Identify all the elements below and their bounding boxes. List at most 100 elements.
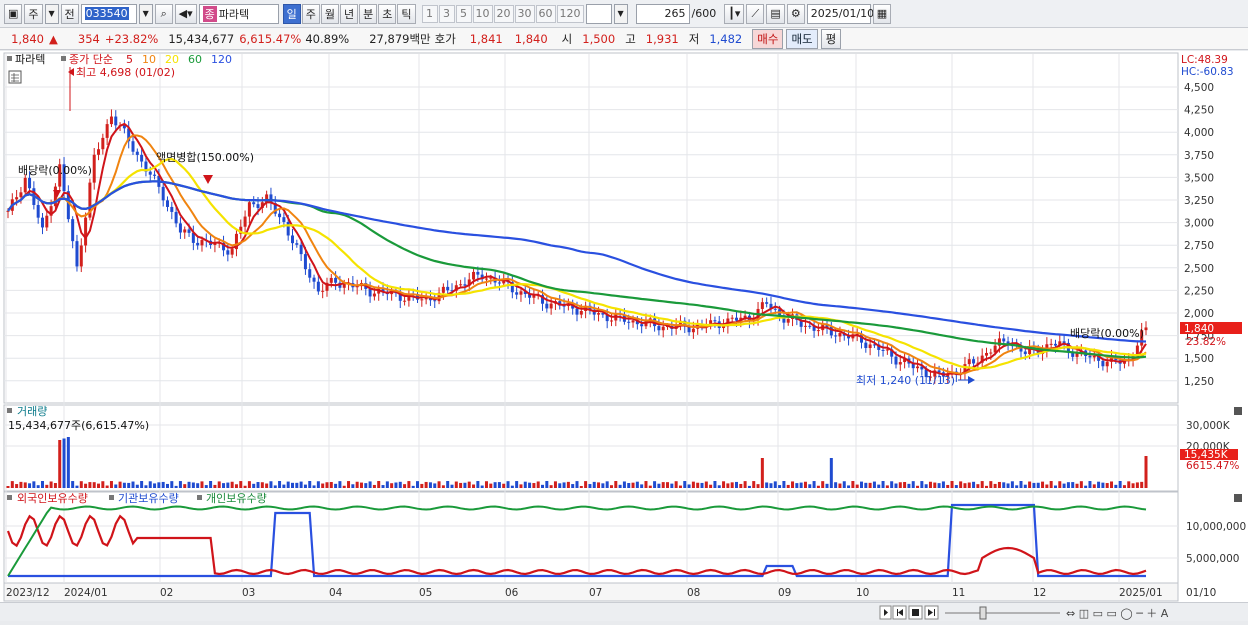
candle-body [989,352,993,354]
date-value: 2025/01/10 [810,7,875,20]
price-tick-label: 2,000 [1184,308,1214,320]
volume-bar [566,481,570,488]
evaluate-button[interactable]: 평 [820,28,842,49]
candle-body [631,320,635,323]
navigator-controls: ⇔ ◫ ▭ ▭ ◯ ─ ＋ A [879,605,1169,620]
tab-interval-5[interactable]: 30 [514,4,535,23]
panel-menu-icon[interactable] [197,495,202,500]
panel-close-icon[interactable] [1234,494,1242,502]
candle-type-icon[interactable]: ┃▾ [724,3,745,24]
volume-bar [575,481,579,488]
adjust-icon[interactable]: ⇔ ◫ ▭ ▭ ◯ ─ ＋ A [1066,607,1169,620]
volume-bar [510,485,514,488]
price-tick-label: 3,250 [1184,195,1214,207]
tab-period-1[interactable]: 주 [301,3,320,24]
volume-bar [260,482,264,488]
volume-bar [183,484,187,488]
volume-bar [872,481,876,488]
volume-bar [79,481,83,488]
candle-body [252,202,256,205]
volume-bar [222,483,226,488]
calendar-icon[interactable]: ▦ [872,3,892,24]
panel-menu-icon[interactable] [109,495,114,500]
candle-body [838,333,842,337]
candle-body [519,291,523,295]
count-input[interactable]: 265 [635,3,690,24]
date-input[interactable]: 2025/01/10 [806,3,875,24]
volume-panel[interactable] [3,404,1179,492]
prev-button[interactable]: 전 [60,3,79,24]
volume-bar [782,481,786,488]
speaker-icon[interactable]: ◀▾ [174,3,197,24]
line-tool-icon[interactable]: ⟋ [746,3,765,24]
volume-bar [855,484,859,488]
volume-bar [709,484,713,488]
volume-bar [528,482,532,488]
panel-close-icon[interactable] [1234,407,1242,415]
volume-bar [963,483,967,488]
panel-menu-icon[interactable] [7,495,12,500]
volume-bar [1023,484,1027,488]
candle-body [308,269,312,278]
tab-period-4[interactable]: 분 [359,3,378,24]
date-tick-label: 11 [952,587,965,599]
stock-name-field[interactable]: 종 파라텍 [198,3,279,24]
interval-custom-input[interactable] [585,3,612,24]
volume-bar [191,482,195,488]
legend-close-label: 종가 단순 [69,53,113,66]
volume-bar [178,481,182,488]
save-icon[interactable]: ▤ [766,3,785,24]
tab-interval-7[interactable]: 120 [556,4,584,23]
gear-icon[interactable]: ⚙ [786,3,805,24]
volume-bar [1006,483,1010,488]
sell-button[interactable]: 매도 [786,28,818,49]
volume-bar [803,481,807,488]
tab-interval-6[interactable]: 60 [535,4,556,23]
candle-body [497,282,501,284]
candle-body [187,229,191,233]
chart-area[interactable]: 4,500 4,250 4,000 3,750 3,500 3,250 3,000 2,750… [0,51,1248,602]
candle-body [165,200,169,207]
bid-price: 1,840 [514,31,548,46]
tab-period-2[interactable]: 월 [320,3,340,24]
tab-period-0[interactable]: 일 [282,3,301,24]
zoom-slider-handle[interactable] [979,606,987,620]
stock-code-input[interactable]: 033540 [80,3,137,24]
buy-button[interactable]: 매수 [752,28,784,49]
volume-bar [907,483,911,488]
panel-menu-icon[interactable] [7,408,12,413]
price-tick-label: 3,000 [1184,218,1214,230]
volume-bar [480,485,484,488]
chevron-down-icon[interactable]: ▼ [613,3,628,24]
candle-body [730,317,734,319]
tab-interval-1[interactable]: 3 [438,4,455,23]
volume-bar [312,485,316,488]
tab-period-6[interactable]: 틱 [397,3,416,24]
window-icon[interactable]: ▣ [4,3,23,24]
chevron-down-icon[interactable]: ▼ [44,3,59,24]
candle-body [372,293,376,297]
candle-body [864,342,868,349]
search-icon[interactable]: ⌕ [154,3,173,24]
chevron-down-icon[interactable]: ▼ [138,3,153,24]
tab-period-5[interactable]: 초 [378,3,397,24]
candle-body [196,242,200,246]
volume-bar [631,482,635,488]
volume-bar [441,485,445,488]
volume-bar [325,482,329,488]
tab-interval-0[interactable]: 1 [421,4,438,23]
volume-bar [1002,482,1006,488]
candle-body [329,277,333,283]
tab-interval-3[interactable]: 10 [472,4,493,23]
market-select[interactable]: 주 [24,3,43,24]
tab-interval-4[interactable]: 20 [493,4,514,23]
tab-interval-2[interactable]: 5 [455,4,472,23]
stock-chart[interactable]: 4,500 4,250 4,000 3,750 3,500 3,250 3,000 2,750… [0,51,1248,602]
panel-menu-icon[interactable] [7,56,12,61]
candle-body [101,137,105,150]
tab-period-3[interactable]: 년 [340,3,359,24]
volume-current-pct: 6615.47% [1186,460,1239,472]
candle-body [549,303,553,309]
panel-menu-icon[interactable] [61,56,66,61]
volume-bar [847,485,851,488]
